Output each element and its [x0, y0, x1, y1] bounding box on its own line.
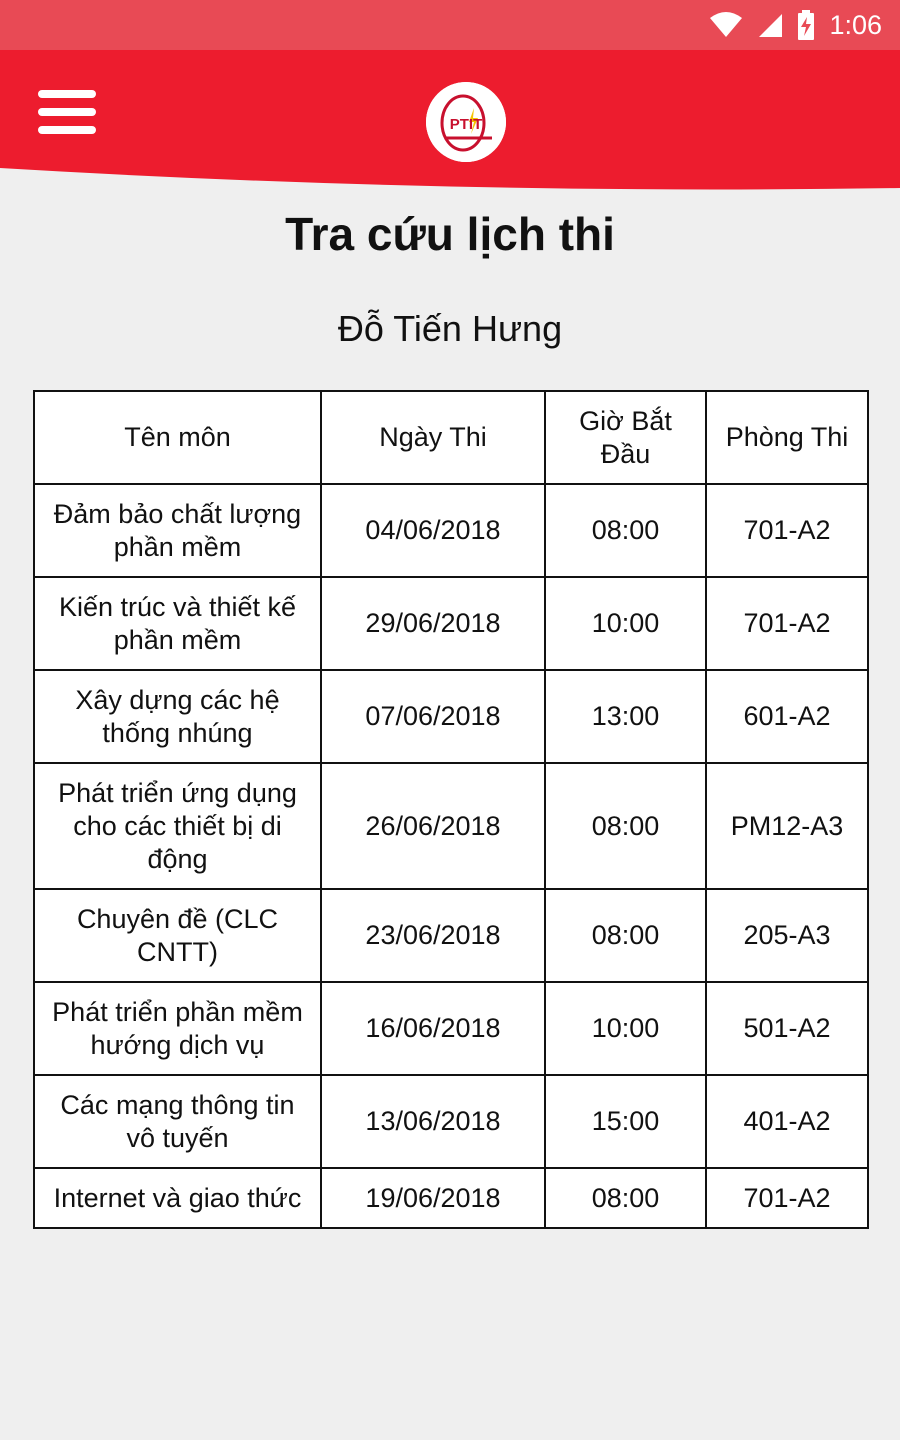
table-row: Đảm bảo chất lượng phần mềm 04/06/2018 0…: [33, 483, 869, 578]
cell-date: 29/06/2018: [320, 576, 546, 671]
cell-subject: Chuyên đề (CLC CNTT): [33, 888, 322, 983]
table-row: Internet và giao thức 19/06/2018 08:00 7…: [33, 1167, 869, 1229]
menu-bar-top: [38, 90, 96, 98]
cell-time: 08:00: [544, 483, 707, 578]
cell-time: 08:00: [544, 888, 707, 983]
cell-date: 04/06/2018: [320, 483, 546, 578]
battery-charging-icon: [797, 10, 815, 40]
cell-subject: Các mạng thông tin vô tuyến: [33, 1074, 322, 1169]
cell-room: 701-A2: [705, 576, 869, 671]
cell-room: 701-A2: [705, 483, 869, 578]
cell-room: 401-A2: [705, 1074, 869, 1169]
cell-subject: Phát triển phần mềm hướng dịch vụ: [33, 981, 322, 1076]
cell-date: 07/06/2018: [320, 669, 546, 764]
table-row: Chuyên đề (CLC CNTT) 23/06/2018 08:00 20…: [33, 888, 869, 983]
cell-date: 16/06/2018: [320, 981, 546, 1076]
table-row: Xây dựng các hệ thống nhúng 07/06/2018 1…: [33, 669, 869, 764]
cell-subject: Kiến trúc và thiết kế phần mềm: [33, 576, 322, 671]
column-header-start-time: Giờ Bắt Đầu: [544, 390, 707, 485]
cell-time: 10:00: [544, 981, 707, 1076]
cell-room: 601-A2: [705, 669, 869, 764]
ptit-logo: PTIT: [426, 82, 506, 162]
column-header-date: Ngày Thi: [320, 390, 546, 485]
cell-time: 08:00: [544, 762, 707, 890]
table-row: Phát triển phần mềm hướng dịch vụ 16/06/…: [33, 981, 869, 1076]
cell-date: 19/06/2018: [320, 1167, 546, 1229]
cell-time: 08:00: [544, 1167, 707, 1229]
table-header-row: Tên môn Ngày Thi Giờ Bắt Đầu Phòng Thi: [33, 390, 869, 485]
cell-room: 501-A2: [705, 981, 869, 1076]
cell-time: 15:00: [544, 1074, 707, 1169]
column-header-subject: Tên môn: [33, 390, 322, 485]
menu-bar-bottom: [38, 126, 96, 134]
exam-schedule-table: Tên môn Ngày Thi Giờ Bắt Đầu Phòng Thi Đ…: [33, 390, 869, 1229]
cell-subject: Internet và giao thức: [33, 1167, 322, 1229]
table-row: Kiến trúc và thiết kế phần mềm 29/06/201…: [33, 576, 869, 671]
menu-bar-middle: [38, 108, 96, 116]
student-name: Đỗ Tiến Hưng: [337, 308, 563, 349]
wifi-icon: [709, 12, 743, 38]
cell-time: 10:00: [544, 576, 707, 671]
cell-subject: Đảm bảo chất lượng phần mềm: [33, 483, 322, 578]
signal-icon: [757, 12, 783, 38]
status-time: 1:06: [829, 9, 882, 40]
cell-subject: Phát triển ứng dụng cho các thiết bị di …: [33, 762, 322, 890]
cell-room: 205-A3: [705, 888, 869, 983]
page-title: Tra cứu lịch thi: [285, 208, 615, 260]
app-header: PTIT: [0, 50, 900, 195]
cell-room: PM12-A3: [705, 762, 869, 890]
table-row: Phát triển ứng dụng cho các thiết bị di …: [33, 762, 869, 890]
cell-room: 701-A2: [705, 1167, 869, 1229]
menu-button[interactable]: [38, 90, 96, 134]
table-row: Các mạng thông tin vô tuyến 13/06/2018 1…: [33, 1074, 869, 1169]
column-header-room: Phòng Thi: [705, 390, 869, 485]
status-bar: 1:06: [0, 0, 900, 50]
cell-time: 13:00: [544, 669, 707, 764]
cell-date: 23/06/2018: [320, 888, 546, 983]
cell-date: 26/06/2018: [320, 762, 546, 890]
logo-text: PTIT: [450, 116, 483, 133]
cell-subject: Xây dựng các hệ thống nhúng: [33, 669, 322, 764]
cell-date: 13/06/2018: [320, 1074, 546, 1169]
